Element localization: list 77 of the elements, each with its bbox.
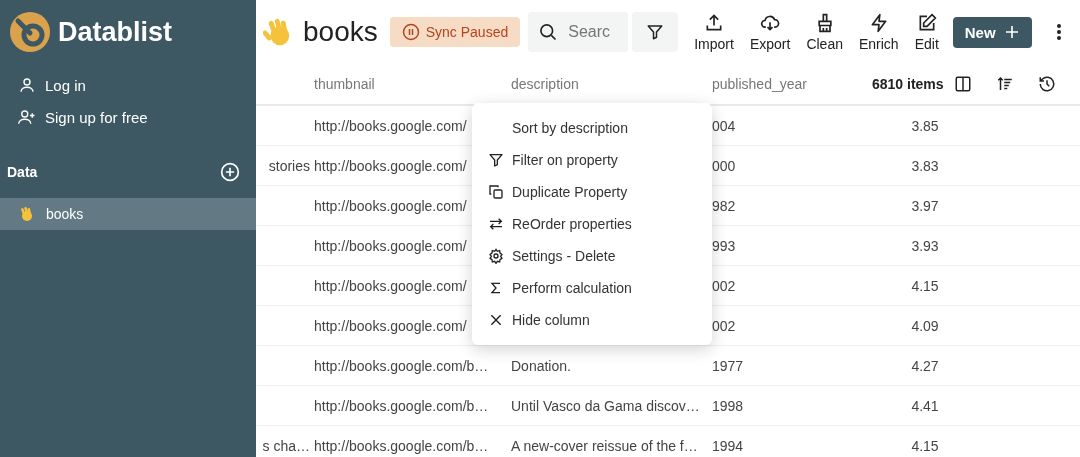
swap-arrows-icon — [488, 216, 504, 232]
filter-button[interactable] — [632, 12, 679, 52]
table-cell: A new-cover reissue of the f… — [511, 437, 698, 454]
table-cell: 4.41 — [911, 397, 939, 414]
table-cell: http://books.google.com/ — [314, 277, 467, 294]
table-cell: 1998 — [712, 397, 744, 414]
clean-button[interactable]: Clean — [800, 12, 849, 52]
table-cell: http://books.google.com/ — [314, 197, 467, 214]
auth-link[interactable]: Log in — [18, 76, 238, 94]
table-cell: http://books.google.com/b… — [314, 397, 489, 414]
brand-name: Datablist — [58, 16, 173, 48]
table-cell: 004 — [712, 117, 736, 134]
table-cell: 3.85 — [911, 117, 939, 134]
pause-icon — [401, 23, 420, 41]
search-icon — [538, 22, 559, 42]
table-cell: 3.83 — [911, 157, 939, 174]
logo-icon — [10, 12, 50, 52]
menu-item[interactable]: Hide column — [472, 304, 712, 336]
filter-icon — [488, 152, 504, 168]
table-cell: s cha… — [262, 437, 310, 454]
table-cell: http://books.google.com/b… — [314, 437, 489, 454]
export-button[interactable]: Export — [743, 12, 797, 52]
sort-icon[interactable] — [996, 75, 1014, 93]
table-cell: 4.09 — [911, 317, 939, 334]
table-cell: 4.15 — [911, 437, 939, 454]
table-cell: 3.97 — [911, 197, 939, 214]
collection-title: books — [303, 16, 378, 48]
table-cell: 1994 — [712, 437, 744, 454]
copy-icon — [488, 184, 504, 200]
table-cell: 4.15 — [911, 277, 939, 294]
user-icon — [18, 76, 36, 94]
table-cell: 4.27 — [911, 357, 939, 374]
plus-icon — [1003, 24, 1020, 40]
table-cell: http://books.google.com/ — [314, 317, 467, 334]
table-cell: stories — [268, 157, 310, 174]
table-cell: http://books.google.com/ — [314, 157, 467, 174]
table-cell: http://books.google.com/b… — [314, 357, 489, 374]
edit-button[interactable]: Edit — [908, 12, 945, 52]
close-icon — [489, 313, 503, 327]
menu-item[interactable]: Duplicate Property — [472, 176, 712, 208]
columns-icon[interactable] — [954, 75, 972, 93]
import-button[interactable]: Import — [688, 12, 740, 52]
menu-item[interactable]: Sort by description — [472, 112, 712, 144]
auth-link[interactable]: Sign up for free — [18, 108, 238, 126]
search-field[interactable]: Searc — [528, 12, 629, 52]
add-icon[interactable] — [220, 162, 240, 182]
table-cell: http://books.google.com/ — [314, 237, 467, 254]
table-cell: Donation. — [511, 357, 571, 374]
column-header[interactable]: thumbnail — [314, 76, 511, 92]
item-count: 6810 items — [872, 76, 945, 92]
user-plus-icon — [18, 108, 36, 126]
sync-status-button[interactable]: Sync Paused — [389, 17, 521, 47]
table-cell: 3.93 — [911, 237, 939, 254]
column-header[interactable]: published_year — [712, 76, 872, 92]
more-icon[interactable] — [1055, 23, 1062, 41]
table-cell: Until Vasco da Gama discov… — [511, 397, 700, 414]
table-cell: 000 — [712, 157, 736, 174]
enrich-button[interactable]: Enrich — [852, 12, 905, 52]
menu-item[interactable]: Perform calculation — [472, 272, 712, 304]
collection-item[interactable]: books — [0, 198, 256, 230]
table-cell: 982 — [712, 197, 736, 214]
menu-item[interactable]: Settings - Delete — [472, 240, 712, 272]
table-cell: 002 — [712, 277, 736, 294]
new-button[interactable]: New — [952, 16, 1032, 48]
settings-icon — [488, 248, 504, 264]
hand-icon — [18, 206, 34, 222]
filter-icon — [646, 23, 665, 41]
section-title: Data — [7, 164, 38, 180]
upload-icon — [704, 12, 725, 33]
history-icon[interactable] — [1038, 75, 1056, 93]
table-cell: 002 — [712, 317, 736, 334]
menu-item[interactable]: ReOrder properties — [472, 208, 712, 240]
menu-item[interactable]: Filter on property — [472, 144, 712, 176]
table-cell: 993 — [712, 237, 736, 254]
table-cell: http://books.google.com/ — [314, 117, 467, 134]
column-header[interactable]: description — [511, 76, 712, 92]
table-cell: 1977 — [712, 357, 744, 374]
